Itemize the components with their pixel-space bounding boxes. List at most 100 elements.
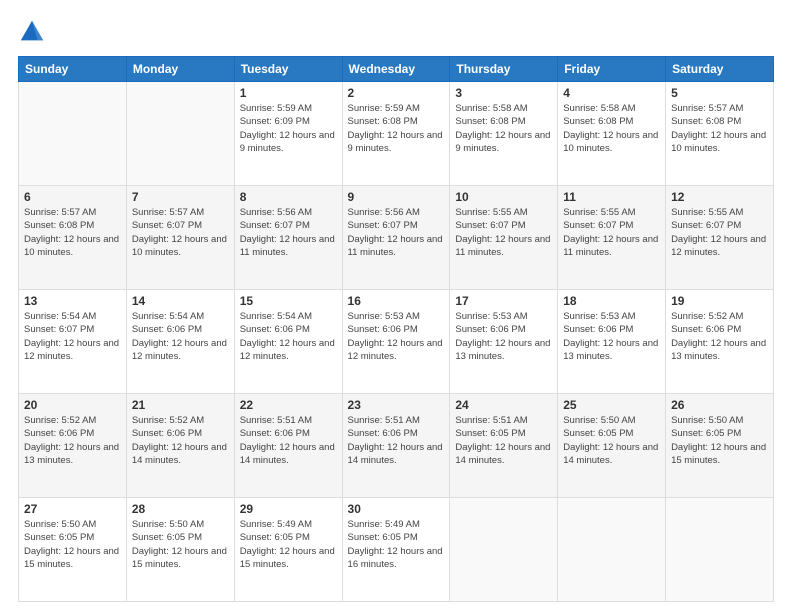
day-info: Sunrise: 5:57 AM Sunset: 6:08 PM Dayligh… xyxy=(671,102,768,155)
day-info: Sunrise: 5:53 AM Sunset: 6:06 PM Dayligh… xyxy=(348,310,445,363)
calendar-cell: 3 Sunrise: 5:58 AM Sunset: 6:08 PM Daylig… xyxy=(450,82,558,186)
day-info: Sunrise: 5:52 AM Sunset: 6:06 PM Dayligh… xyxy=(24,414,121,467)
calendar-cell: 27 Sunrise: 5:50 AM Sunset: 6:05 PM Dayli… xyxy=(19,498,127,602)
day-number: 7 xyxy=(132,190,229,204)
calendar-table: SundayMondayTuesdayWednesdayThursdayFrid… xyxy=(18,56,774,602)
week-row-3: 13 Sunrise: 5:54 AM Sunset: 6:07 PM Dayli… xyxy=(19,290,774,394)
day-info: Sunrise: 5:56 AM Sunset: 6:07 PM Dayligh… xyxy=(240,206,337,259)
day-number: 26 xyxy=(671,398,768,412)
calendar-cell xyxy=(666,498,774,602)
calendar-cell: 21 Sunrise: 5:52 AM Sunset: 6:06 PM Dayli… xyxy=(126,394,234,498)
calendar-cell: 15 Sunrise: 5:54 AM Sunset: 6:06 PM Dayli… xyxy=(234,290,342,394)
calendar-cell: 5Sunrise: 5:57 AM Sunset: 6:08 PM Daylig… xyxy=(666,82,774,186)
weekday-header-row: SundayMondayTuesdayWednesdayThursdayFrid… xyxy=(19,57,774,82)
calendar-cell: 23 Sunrise: 5:51 AM Sunset: 6:06 PM Dayli… xyxy=(342,394,450,498)
calendar-cell: 2Sunrise: 5:59 AM Sunset: 6:08 PM Daylig… xyxy=(342,82,450,186)
day-number: 6 xyxy=(24,190,121,204)
calendar-cell: 28 Sunrise: 5:50 AM Sunset: 6:05 PM Dayli… xyxy=(126,498,234,602)
day-info: Sunrise: 5:49 AM Sunset: 6:05 PM Dayligh… xyxy=(348,518,445,571)
day-info: Sunrise: 5:54 AM Sunset: 6:07 PM Dayligh… xyxy=(24,310,121,363)
calendar-cell: 1 Sunrise: 5:59 AM Sunset: 6:09 PM Daylig… xyxy=(234,82,342,186)
day-number: 4 xyxy=(563,86,660,100)
day-info: Sunrise: 5:50 AM Sunset: 6:05 PM Dayligh… xyxy=(671,414,768,467)
weekday-header-monday: Monday xyxy=(126,57,234,82)
weekday-header-tuesday: Tuesday xyxy=(234,57,342,82)
calendar-cell: 10 Sunrise: 5:55 AM Sunset: 6:07 PM Dayli… xyxy=(450,186,558,290)
logo xyxy=(18,18,50,46)
day-info: Sunrise: 5:52 AM Sunset: 6:06 PM Dayligh… xyxy=(671,310,768,363)
day-number: 9 xyxy=(348,190,445,204)
calendar-cell: 14Sunrise: 5:54 AM Sunset: 6:06 PM Dayli… xyxy=(126,290,234,394)
day-number: 13 xyxy=(24,294,121,308)
day-info: Sunrise: 5:56 AM Sunset: 6:07 PM Dayligh… xyxy=(348,206,445,259)
day-info: Sunrise: 5:50 AM Sunset: 6:05 PM Dayligh… xyxy=(132,518,229,571)
day-number: 11 xyxy=(563,190,660,204)
header xyxy=(18,18,774,46)
day-number: 1 xyxy=(240,86,337,100)
day-number: 28 xyxy=(132,502,229,516)
calendar-cell: 7Sunrise: 5:57 AM Sunset: 6:07 PM Daylig… xyxy=(126,186,234,290)
calendar-cell xyxy=(558,498,666,602)
weekday-header-wednesday: Wednesday xyxy=(342,57,450,82)
week-row-4: 20 Sunrise: 5:52 AM Sunset: 6:06 PM Dayli… xyxy=(19,394,774,498)
calendar-cell: 18 Sunrise: 5:53 AM Sunset: 6:06 PM Dayli… xyxy=(558,290,666,394)
calendar-cell: 11 Sunrise: 5:55 AM Sunset: 6:07 PM Dayli… xyxy=(558,186,666,290)
calendar-cell: 19 Sunrise: 5:52 AM Sunset: 6:06 PM Dayli… xyxy=(666,290,774,394)
calendar-cell: 16 Sunrise: 5:53 AM Sunset: 6:06 PM Dayli… xyxy=(342,290,450,394)
calendar-cell xyxy=(126,82,234,186)
day-number: 17 xyxy=(455,294,552,308)
calendar-cell: 22Sunrise: 5:51 AM Sunset: 6:06 PM Dayli… xyxy=(234,394,342,498)
logo-icon xyxy=(18,18,46,46)
day-number: 8 xyxy=(240,190,337,204)
day-info: Sunrise: 5:53 AM Sunset: 6:06 PM Dayligh… xyxy=(563,310,660,363)
day-info: Sunrise: 5:55 AM Sunset: 6:07 PM Dayligh… xyxy=(563,206,660,259)
day-info: Sunrise: 5:51 AM Sunset: 6:06 PM Dayligh… xyxy=(348,414,445,467)
day-number: 16 xyxy=(348,294,445,308)
day-info: Sunrise: 5:52 AM Sunset: 6:06 PM Dayligh… xyxy=(132,414,229,467)
day-info: Sunrise: 5:58 AM Sunset: 6:08 PM Dayligh… xyxy=(563,102,660,155)
day-number: 19 xyxy=(671,294,768,308)
day-info: Sunrise: 5:51 AM Sunset: 6:06 PM Dayligh… xyxy=(240,414,337,467)
week-row-2: 6 Sunrise: 5:57 AM Sunset: 6:08 PM Daylig… xyxy=(19,186,774,290)
calendar-cell: 12 Sunrise: 5:55 AM Sunset: 6:07 PM Dayli… xyxy=(666,186,774,290)
day-info: Sunrise: 5:54 AM Sunset: 6:06 PM Dayligh… xyxy=(132,310,229,363)
day-number: 3 xyxy=(455,86,552,100)
calendar-cell: 26 Sunrise: 5:50 AM Sunset: 6:05 PM Dayli… xyxy=(666,394,774,498)
day-number: 29 xyxy=(240,502,337,516)
calendar-cell: 4 Sunrise: 5:58 AM Sunset: 6:08 PM Daylig… xyxy=(558,82,666,186)
day-number: 23 xyxy=(348,398,445,412)
day-info: Sunrise: 5:59 AM Sunset: 6:09 PM Dayligh… xyxy=(240,102,337,155)
day-info: Sunrise: 5:57 AM Sunset: 6:08 PM Dayligh… xyxy=(24,206,121,259)
calendar-cell: 20 Sunrise: 5:52 AM Sunset: 6:06 PM Dayli… xyxy=(19,394,127,498)
week-row-1: 1 Sunrise: 5:59 AM Sunset: 6:09 PM Daylig… xyxy=(19,82,774,186)
day-number: 12 xyxy=(671,190,768,204)
day-number: 10 xyxy=(455,190,552,204)
day-info: Sunrise: 5:53 AM Sunset: 6:06 PM Dayligh… xyxy=(455,310,552,363)
calendar-cell: 29 Sunrise: 5:49 AM Sunset: 6:05 PM Dayli… xyxy=(234,498,342,602)
day-info: Sunrise: 5:55 AM Sunset: 6:07 PM Dayligh… xyxy=(671,206,768,259)
day-number: 24 xyxy=(455,398,552,412)
day-number: 15 xyxy=(240,294,337,308)
day-info: Sunrise: 5:50 AM Sunset: 6:05 PM Dayligh… xyxy=(24,518,121,571)
weekday-header-sunday: Sunday xyxy=(19,57,127,82)
calendar-cell: 9 Sunrise: 5:56 AM Sunset: 6:07 PM Daylig… xyxy=(342,186,450,290)
calendar-cell xyxy=(19,82,127,186)
day-number: 30 xyxy=(348,502,445,516)
calendar-cell: 8 Sunrise: 5:56 AM Sunset: 6:07 PM Daylig… xyxy=(234,186,342,290)
day-info: Sunrise: 5:54 AM Sunset: 6:06 PM Dayligh… xyxy=(240,310,337,363)
week-row-5: 27 Sunrise: 5:50 AM Sunset: 6:05 PM Dayli… xyxy=(19,498,774,602)
calendar-cell xyxy=(450,498,558,602)
day-info: Sunrise: 5:55 AM Sunset: 6:07 PM Dayligh… xyxy=(455,206,552,259)
calendar-cell: 13 Sunrise: 5:54 AM Sunset: 6:07 PM Dayli… xyxy=(19,290,127,394)
calendar-cell: 30 Sunrise: 5:49 AM Sunset: 6:05 PM Dayli… xyxy=(342,498,450,602)
day-number: 21 xyxy=(132,398,229,412)
day-number: 27 xyxy=(24,502,121,516)
day-number: 20 xyxy=(24,398,121,412)
day-number: 2 xyxy=(348,86,445,100)
day-number: 25 xyxy=(563,398,660,412)
day-number: 18 xyxy=(563,294,660,308)
day-info: Sunrise: 5:49 AM Sunset: 6:05 PM Dayligh… xyxy=(240,518,337,571)
day-info: Sunrise: 5:58 AM Sunset: 6:08 PM Dayligh… xyxy=(455,102,552,155)
weekday-header-friday: Friday xyxy=(558,57,666,82)
calendar-cell: 6 Sunrise: 5:57 AM Sunset: 6:08 PM Daylig… xyxy=(19,186,127,290)
